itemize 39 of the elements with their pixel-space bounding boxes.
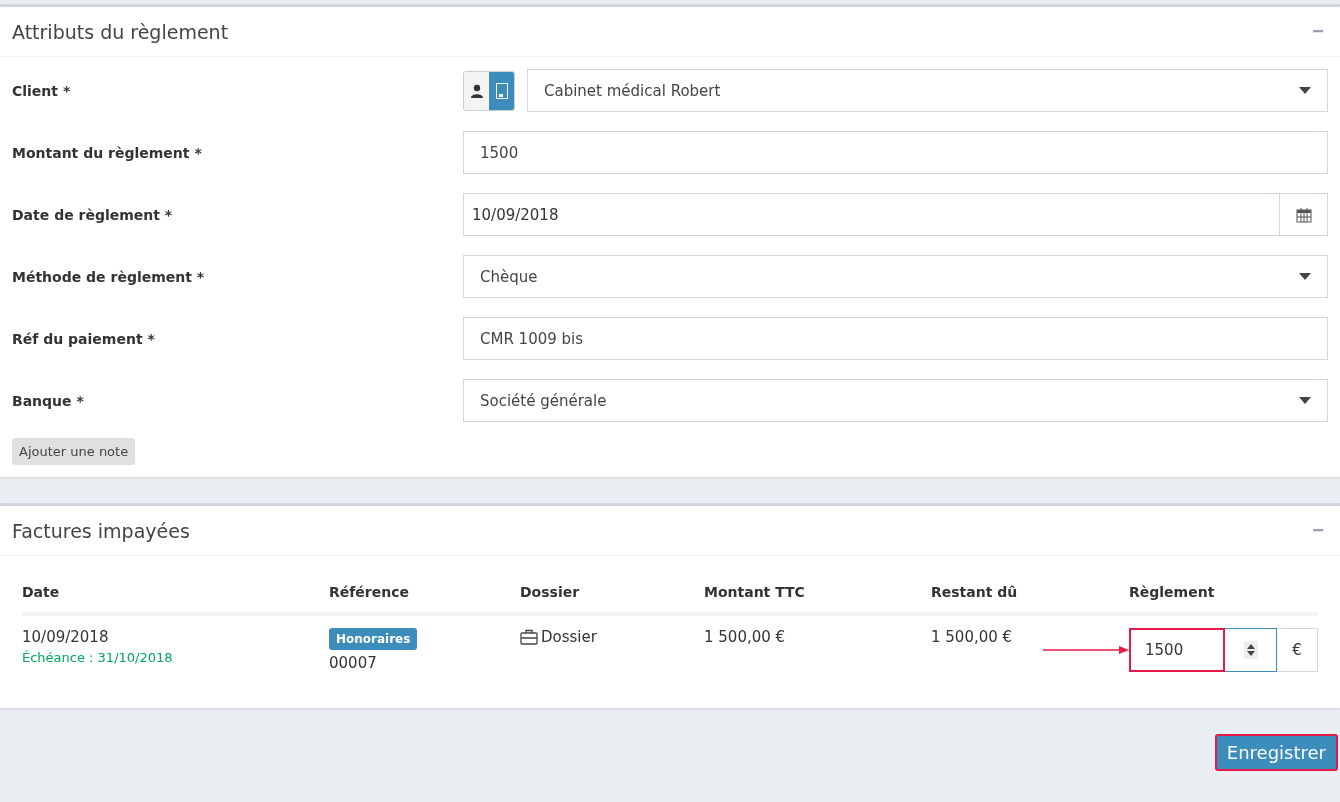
field-label: Méthode de règlement * bbox=[12, 268, 206, 285]
payment-input[interactable]: 1500 bbox=[1129, 628, 1225, 672]
field-label: Date de règlement * bbox=[12, 206, 174, 223]
select-field[interactable]: Chèque bbox=[463, 255, 1328, 298]
person-icon[interactable] bbox=[464, 71, 489, 110]
panel-title: Factures impayées bbox=[12, 519, 190, 542]
field-label: Client * bbox=[12, 82, 72, 99]
currency-addon: € bbox=[1277, 628, 1318, 672]
caret-icon bbox=[1299, 273, 1311, 280]
spinner-icon[interactable] bbox=[1225, 628, 1277, 672]
field-label: Réf du paiement * bbox=[12, 330, 156, 347]
field-label: Montant du règlement * bbox=[12, 144, 203, 161]
column-header: Restant dû bbox=[931, 564, 1129, 616]
field-label: Banque * bbox=[12, 392, 85, 409]
input-field[interactable]: CMR 1009 bis bbox=[463, 317, 1328, 360]
invoice-reference: 00007 bbox=[329, 654, 377, 672]
panel-title: Attributs du règlement bbox=[12, 20, 229, 43]
invoice-date: 10/09/2018 bbox=[22, 628, 109, 646]
column-header: Date bbox=[22, 564, 329, 616]
remaining-amount: 1 500,00 € bbox=[931, 628, 1013, 646]
briefcase-icon bbox=[520, 629, 538, 645]
select-field[interactable]: Société générale bbox=[463, 379, 1328, 422]
client-select[interactable]: Cabinet médical Robert bbox=[527, 69, 1328, 112]
invoice-tag: Honoraires bbox=[329, 628, 418, 650]
input-field[interactable]: 1500 bbox=[463, 131, 1328, 174]
building-icon[interactable] bbox=[489, 71, 514, 110]
column-header: Référence bbox=[329, 564, 520, 616]
column-header: Montant TTC bbox=[704, 564, 931, 616]
folder-link[interactable]: Dossier bbox=[520, 628, 597, 646]
column-header: Dossier bbox=[520, 564, 704, 616]
column-header: Règlement bbox=[1129, 564, 1318, 616]
add-note-button[interactable]: Ajouter une note bbox=[12, 438, 136, 465]
caret-icon bbox=[1299, 87, 1311, 94]
caret-icon bbox=[1299, 397, 1311, 404]
save-button[interactable]: Enregistrer bbox=[1214, 734, 1338, 771]
date-field[interactable]: 10/09/2018 bbox=[463, 193, 1328, 236]
client-type-toggle[interactable] bbox=[463, 70, 515, 111]
amount-ttc: 1 500,00 € bbox=[704, 628, 786, 646]
due-date: Échéance : 31/10/2018 bbox=[22, 650, 173, 665]
